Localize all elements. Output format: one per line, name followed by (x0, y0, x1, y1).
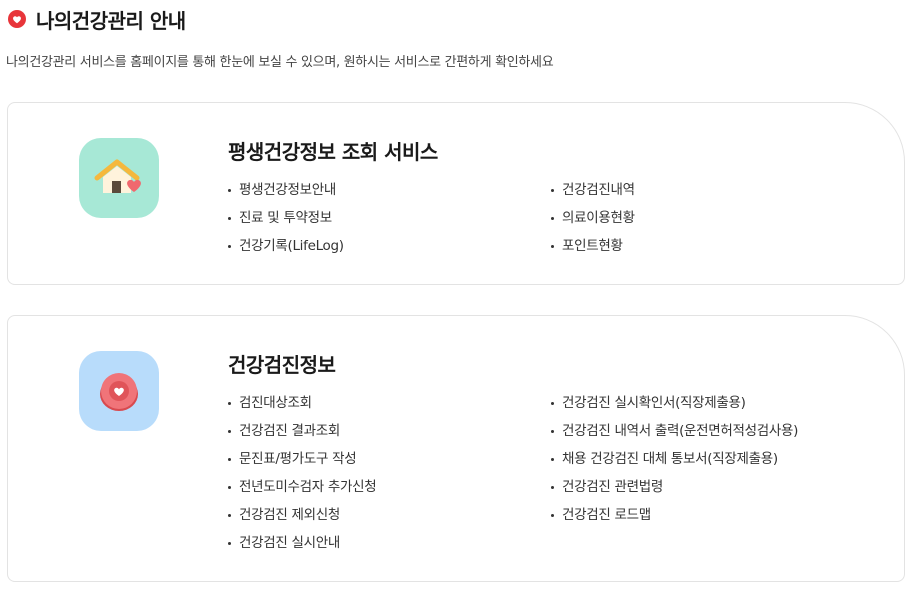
list-item-label: 문진표/평가도구 작성 (239, 451, 357, 467)
heart-button-icon (79, 351, 159, 431)
list-item[interactable]: 평생건강정보안내 (228, 176, 344, 204)
heart-badge-icon (6, 9, 28, 31)
bullet-icon (551, 188, 554, 192)
card-title: 평생건강정보 조회 서비스 (228, 140, 438, 164)
list-item[interactable]: 진료 및 투약정보 (228, 204, 344, 232)
list-item[interactable]: 의료이용현황 (551, 204, 635, 232)
list-item-label: 평생건강정보안내 (239, 182, 336, 198)
list-item-label: 건강검진 제외신청 (239, 507, 340, 523)
card-title: 건강검진정보 (228, 353, 336, 377)
bullet-icon (551, 429, 554, 433)
bullet-icon (228, 513, 231, 517)
list-item[interactable]: 건강검진 제외신청 (228, 501, 376, 529)
list-item[interactable]: 건강기록(LifeLog) (228, 232, 344, 260)
list-item[interactable]: 건강검진 내역서 출력(운전면허적성검사용) (551, 417, 798, 445)
list-item[interactable]: 검진대상조회 (228, 389, 376, 417)
bullet-icon (551, 513, 554, 517)
list-item-label: 검진대상조회 (239, 395, 312, 411)
bullet-icon (551, 485, 554, 489)
service-list-right: 건강검진내역 의료이용현황 포인트현황 (551, 176, 635, 260)
list-item[interactable]: 건강검진 결과조회 (228, 417, 376, 445)
bullet-icon (228, 401, 231, 405)
list-item[interactable]: 건강검진 로드맵 (551, 501, 798, 529)
list-item[interactable]: 문진표/평가도구 작성 (228, 445, 376, 473)
list-item-label: 채용 건강검진 대체 통보서(직장제출용) (562, 451, 778, 467)
service-list-left: 평생건강정보안내 진료 및 투약정보 건강기록(LifeLog) (228, 176, 344, 260)
list-item-label: 건강검진 실시확인서(직장제출용) (562, 395, 746, 411)
list-item[interactable]: 채용 건강검진 대체 통보서(직장제출용) (551, 445, 798, 473)
list-item[interactable]: 포인트현황 (551, 232, 635, 260)
page-description: 나의건강관리 서비스를 홈페이지를 통해 한눈에 보실 수 있으며, 원하시는 … (6, 55, 554, 70)
list-item-label: 진료 및 투약정보 (239, 210, 332, 226)
list-item-label: 건강검진 실시안내 (239, 535, 340, 551)
bullet-icon (228, 216, 231, 220)
list-item-label: 건강검진 결과조회 (239, 423, 340, 439)
page-title: 나의건강관리 안내 (36, 9, 186, 33)
bullet-icon (228, 429, 231, 433)
bullet-icon (551, 401, 554, 405)
list-item-label: 건강기록(LifeLog) (239, 238, 344, 254)
list-item-label: 전년도미수검자 추가신청 (239, 479, 377, 495)
list-item[interactable]: 건강검진 실시확인서(직장제출용) (551, 389, 798, 417)
bullet-icon (228, 188, 231, 192)
list-item-label: 건강검진 관련법령 (562, 479, 663, 495)
house-heart-icon (79, 138, 159, 218)
list-item-label: 건강검진내역 (562, 182, 635, 198)
list-item-label: 의료이용현황 (562, 210, 635, 226)
page-header: 나의건강관리 안내 (6, 5, 186, 34)
bullet-icon (228, 485, 231, 489)
list-item[interactable]: 건강검진 실시안내 (228, 529, 376, 557)
list-item-label: 포인트현황 (562, 238, 623, 254)
list-item[interactable]: 전년도미수검자 추가신청 (228, 473, 377, 501)
list-item[interactable]: 건강검진내역 (551, 176, 635, 204)
bullet-icon (228, 244, 231, 248)
service-list-right: 건강검진 실시확인서(직장제출용) 건강검진 내역서 출력(운전면허적성검사용)… (551, 389, 798, 529)
list-item-label: 건강검진 로드맵 (562, 507, 651, 523)
bullet-icon (228, 457, 231, 461)
service-list-left: 검진대상조회 건강검진 결과조회 문진표/평가도구 작성 전년도미수검자 추가신… (228, 389, 377, 557)
list-item[interactable]: 건강검진 관련법령 (551, 473, 798, 501)
bullet-icon (551, 244, 554, 248)
list-item-label: 건강검진 내역서 출력(운전면허적성검사용) (562, 423, 799, 439)
bullet-icon (228, 541, 231, 545)
bullet-icon (551, 216, 554, 220)
bullet-icon (551, 457, 554, 461)
lifetime-health-info-card: 평생건강정보 조회 서비스 평생건강정보안내 진료 및 투약정보 건강기록(Li… (7, 102, 905, 285)
health-checkup-info-card: 건강검진정보 검진대상조회 건강검진 결과조회 문진표/평가도구 작성 전년도미… (7, 315, 905, 582)
